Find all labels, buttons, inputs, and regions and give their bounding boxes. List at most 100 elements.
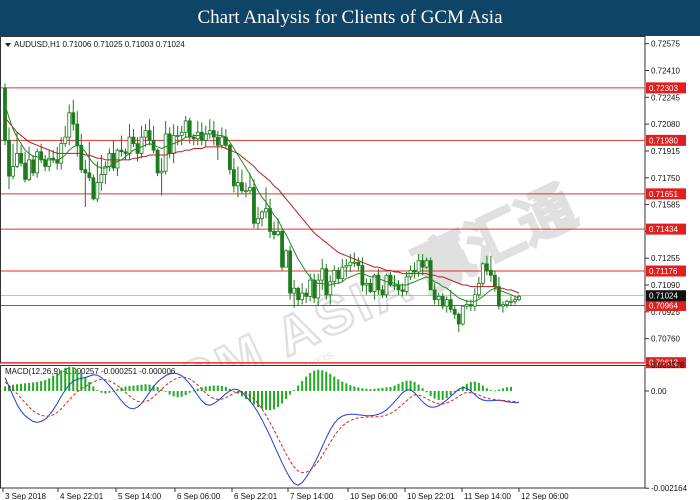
candle-body	[452, 308, 457, 315]
x-tick-label: 11 Sep 14:00	[464, 492, 512, 500]
macd-hist-bar	[365, 388, 368, 391]
candle-body	[87, 172, 92, 179]
candle-body	[219, 136, 224, 146]
candle-body	[420, 260, 425, 268]
macd-hist-bar	[421, 388, 424, 391]
macd-hist-bar	[309, 372, 312, 391]
macd-hist-bar	[273, 390, 276, 410]
macd-hist-bar	[417, 384, 420, 391]
macd-hist-bar	[289, 390, 292, 395]
macd-hist-bar	[493, 390, 496, 392]
macd-hist-bar	[168, 390, 171, 395]
macd-hist-bar	[92, 386, 95, 391]
macd-label: MACD(12,26,9) -0.000257 -0.000251 -0.000…	[5, 367, 176, 376]
macd-hist-bar	[136, 385, 139, 391]
macd-hist-bar	[176, 390, 179, 398]
macd-hist-bar	[84, 377, 87, 391]
macd-hist-bar	[389, 386, 392, 391]
macd-hist-bar	[373, 388, 376, 391]
candle-body	[119, 149, 124, 153]
macd-hist-bar	[377, 388, 380, 391]
macd-hist-bar	[449, 390, 452, 396]
x-tick-label: 12 Sep 06:00	[521, 492, 569, 500]
macd-hist-bar	[381, 387, 384, 391]
candle-body	[179, 131, 184, 136]
macd-hist-bar	[48, 378, 51, 391]
candle-body	[191, 136, 196, 140]
candle-body	[505, 300, 509, 305]
macd-hist-bar	[160, 389, 163, 391]
macd-hist-bar	[397, 383, 400, 391]
candle-body	[231, 169, 236, 187]
macd-hist-bar	[325, 371, 328, 391]
candle-body	[376, 274, 381, 291]
price-tick-label: 0.72245	[651, 93, 680, 102]
macd-hist-bar	[269, 390, 272, 411]
candle-body	[163, 133, 168, 172]
level-label: 0.72303	[649, 84, 678, 93]
candle-body	[71, 112, 76, 125]
macd-hist-bar	[297, 385, 300, 391]
level-label: 0.70964	[649, 301, 678, 310]
macd-hist-bar	[236, 390, 239, 394]
price-tick-label: 0.71090	[651, 281, 680, 290]
macd-hist-bar	[68, 366, 71, 391]
macd-hist-bar	[433, 390, 436, 399]
candle-body	[99, 174, 104, 184]
price-tick-label: 0.71255	[651, 254, 680, 263]
candle-body	[272, 230, 276, 236]
candle-body	[352, 261, 357, 264]
price-tick-label: 0.71750	[651, 174, 680, 183]
candle-body	[424, 260, 429, 268]
candle-body	[111, 152, 116, 169]
macd-hist-bar	[252, 390, 255, 405]
macd-hist-bar	[301, 381, 304, 391]
candle-body	[476, 282, 481, 296]
macd-tick-label: -0.002164	[651, 484, 688, 493]
macd-hist-bar	[469, 381, 472, 391]
candle-body	[460, 305, 465, 325]
macd-hist-bar	[505, 387, 508, 391]
x-tick-label: 7 Sep 14:00	[290, 492, 334, 500]
macd-hist-bar	[509, 386, 512, 391]
candle	[384, 273, 389, 298]
candle-body	[388, 274, 393, 286]
candle-body	[236, 182, 240, 187]
candle-body	[340, 266, 345, 279]
candle-body	[276, 230, 280, 236]
candle-body	[296, 287, 301, 301]
macd-hist-bar	[441, 390, 444, 400]
macd-hist-bar	[36, 381, 39, 391]
candle-body	[143, 130, 148, 138]
macd-hist-bar	[96, 390, 99, 391]
macd-hist-bar	[224, 386, 227, 391]
candle	[460, 305, 465, 326]
candle-body	[240, 182, 244, 192]
macd-hist-bar	[164, 390, 167, 392]
macd-hist-bar	[337, 379, 340, 391]
chart-area: GCM ASIA赢汇通FINANCIAL MARKETSAUDUSD,H1 0.…	[0, 36, 688, 500]
candle-body	[456, 313, 461, 325]
macd-hist-bar	[76, 369, 79, 391]
macd-hist-bar	[144, 384, 147, 391]
macd-hist-bar	[100, 390, 103, 393]
candle-body	[123, 151, 128, 154]
macd-hist-bar	[361, 388, 364, 391]
macd-hist-bar	[204, 386, 207, 391]
macd-hist-bar	[261, 390, 263, 409]
macd-hist-bar	[32, 382, 35, 391]
candle-body	[344, 265, 349, 268]
macd-hist-bar	[180, 390, 183, 397]
macd-panel[interactable]: MACD(12,26,9) -0.000257 -0.000251 -0.000…	[0, 361, 688, 500]
candle-body	[392, 284, 397, 287]
price-tick-label: 0.70760	[651, 335, 680, 344]
candle-body	[396, 284, 401, 291]
candle-body	[252, 187, 256, 224]
macd-hist-bar	[481, 385, 484, 391]
candle-body	[484, 263, 489, 271]
macd-hist-bar	[172, 390, 175, 397]
candle-body	[91, 177, 96, 200]
macd-hist-bar	[124, 386, 127, 391]
candle-body	[468, 304, 473, 307]
candle-body	[27, 159, 31, 180]
